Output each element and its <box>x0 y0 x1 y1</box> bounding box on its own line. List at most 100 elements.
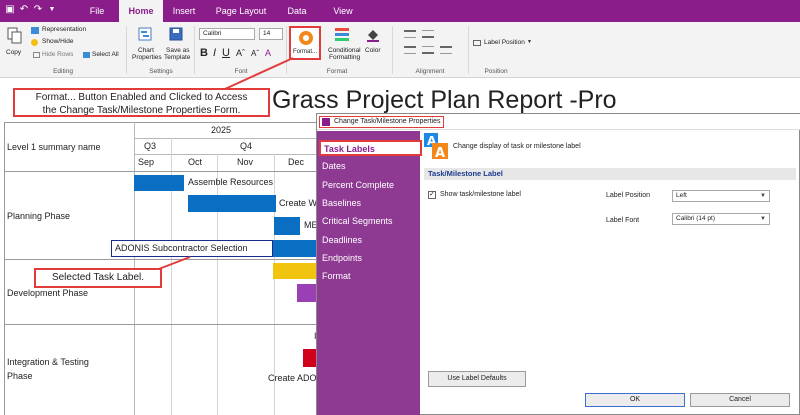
font-color-icon[interactable]: A <box>265 48 271 58</box>
show-hide-button[interactable]: Show/Hide <box>42 38 73 45</box>
label-font-value: Calibri (14 pt) <box>676 215 716 222</box>
hide-rows-icon <box>33 52 40 58</box>
chart-properties-button[interactable]: Chart Properties <box>131 25 162 65</box>
label-position-label: Label Position <box>606 192 650 199</box>
level-summary-header: Level 1 summary name <box>7 142 101 152</box>
chevron-down-icon: ▼ <box>760 216 766 222</box>
align-right-icon[interactable] <box>440 46 452 54</box>
tab-view[interactable]: View <box>324 0 362 22</box>
sidebar-item-dates[interactable]: Dates <box>322 161 346 171</box>
label-position-icon <box>473 40 481 46</box>
task-bar[interactable] <box>274 217 300 235</box>
group-label-font: Font <box>234 68 248 75</box>
label-position-value: Left <box>676 192 687 199</box>
quarter-header: Q4 <box>240 141 253 151</box>
format-callout-line-1: Format... Button Enabled and Clicked to … <box>35 92 248 103</box>
month-header: Sep <box>138 157 155 167</box>
month-header: Nov <box>237 157 254 167</box>
save-as-template-button[interactable]: Save as Template <box>162 25 190 65</box>
representation-button[interactable]: Representation <box>42 26 86 33</box>
tab-insert[interactable]: Insert <box>166 0 202 22</box>
tab-file[interactable]: File <box>80 0 114 22</box>
chart-properties-label-2: Properties <box>132 54 162 61</box>
sidebar-item-format[interactable]: Format <box>322 271 351 281</box>
align-center-icon[interactable] <box>422 46 434 54</box>
font-name-select[interactable]: Calibri <box>199 28 255 40</box>
group-separator <box>194 26 195 74</box>
copy-label: Copy <box>6 49 22 56</box>
font-grow-icon[interactable]: Aˆ <box>236 48 245 58</box>
tab-page-layout[interactable]: Page Layout <box>213 0 269 22</box>
phase-label: Planning Phase <box>7 211 71 221</box>
align-top-icon[interactable] <box>404 30 416 38</box>
task-label[interactable]: Create W <box>279 198 317 208</box>
group-label-settings: Settings <box>149 68 173 75</box>
redo-icon[interactable]: ↷ <box>32 4 44 16</box>
sidebar-item-endpoints[interactable]: Endpoints <box>322 253 362 263</box>
italic-icon[interactable]: I <box>213 47 216 59</box>
copy-button[interactable]: Copy <box>4 27 26 65</box>
chevron-down-icon[interactable]: ▼ <box>527 39 532 45</box>
grid-line <box>217 154 218 415</box>
sidebar-item-task-labels[interactable]: Task Labels <box>319 140 422 156</box>
sidebar-item-percent-complete[interactable]: Percent Complete <box>322 180 394 190</box>
chart-properties-label-1: Chart <box>138 47 154 54</box>
format-button[interactable]: Format... <box>289 26 321 60</box>
group-label-alignment: Alignment <box>415 68 445 75</box>
task-label[interactable]: Assemble Resources <box>188 177 273 187</box>
align-left-icon[interactable] <box>404 46 416 54</box>
use-label-defaults-button[interactable]: Use Label Defaults <box>428 371 526 387</box>
dialog-app-icon <box>322 118 330 126</box>
task-bar[interactable] <box>134 175 184 191</box>
undo-icon[interactable]: ↶ <box>18 4 30 16</box>
phase-label: Development Phase <box>7 288 89 298</box>
format-callout: Format... Button Enabled and Clicked to … <box>13 88 270 117</box>
ribbon: Copy Representation Show/Hide Hide Rows … <box>0 22 800 78</box>
phase-label: Phase <box>7 371 33 381</box>
underline-icon[interactable]: U <box>222 47 230 59</box>
phase-label: Integration & Testing <box>7 357 89 367</box>
tab-home[interactable]: Home <box>119 0 163 22</box>
label-position-select[interactable]: Left ▼ <box>672 190 770 202</box>
font-size-select[interactable]: 14 <box>259 28 283 40</box>
save-template-icon <box>169 27 183 41</box>
sidebar-item-deadlines[interactable]: Deadlines <box>322 235 362 245</box>
group-separator <box>126 26 127 74</box>
customize-dropdown-icon[interactable]: ▼ <box>46 4 58 16</box>
task-label[interactable]: Create ADO <box>268 373 317 383</box>
selected-task-label[interactable]: ADONIS Subcontractor Selection <box>111 240 273 257</box>
conditional-formatting-icon <box>335 28 349 41</box>
color-label: Color <box>365 47 381 54</box>
chevron-down-icon: ▼ <box>760 193 766 199</box>
month-header: Dec <box>288 157 305 167</box>
label-font-label: Label Font <box>606 217 640 224</box>
align-middle-icon[interactable] <box>422 30 434 38</box>
app-window: ▣ ↶ ↷ ▼ File Home Insert Page Layout Dat… <box>0 0 800 415</box>
sidebar-item-baselines[interactable]: Baselines <box>322 198 361 208</box>
label-position-button[interactable]: Label Position <box>484 39 525 46</box>
title-bar: ▣ ↶ ↷ ▼ File Home Insert Page Layout Dat… <box>0 0 800 22</box>
save-icon[interactable]: ▣ <box>4 4 16 16</box>
task-bar[interactable] <box>188 195 276 212</box>
show-label-checkbox[interactable]: ✓ <box>428 191 436 199</box>
font-shrink-icon[interactable]: Aˇ <box>251 49 259 58</box>
tab-data[interactable]: Data <box>280 0 314 22</box>
label-font-select[interactable]: Calibri (14 pt) ▼ <box>672 213 770 225</box>
save-as-template-label-1: Save as <box>166 47 190 54</box>
dialog-title-bar: Change Task/Milestone Properties <box>317 114 800 130</box>
conditional-formatting-button[interactable]: Conditional Formatting <box>326 25 361 65</box>
group-label-format: Format <box>326 68 348 75</box>
sidebar-item-critical-segments[interactable]: Critical Segments <box>322 216 393 226</box>
bold-icon[interactable]: B <box>200 47 208 59</box>
grid-line <box>4 122 5 415</box>
grid-line <box>134 138 334 139</box>
copy-icon <box>7 27 22 44</box>
select-all-button[interactable]: Select All <box>92 51 119 58</box>
dialog-description: Change display of task or milestone labe… <box>453 143 581 150</box>
svg-text:A: A <box>435 146 445 159</box>
show-hide-icon <box>31 39 38 46</box>
color-button[interactable]: Color <box>362 25 384 65</box>
ok-button[interactable]: OK <box>585 393 685 407</box>
hide-rows-button[interactable]: Hide Rows <box>42 51 73 58</box>
cancel-button[interactable]: Cancel <box>690 393 790 407</box>
